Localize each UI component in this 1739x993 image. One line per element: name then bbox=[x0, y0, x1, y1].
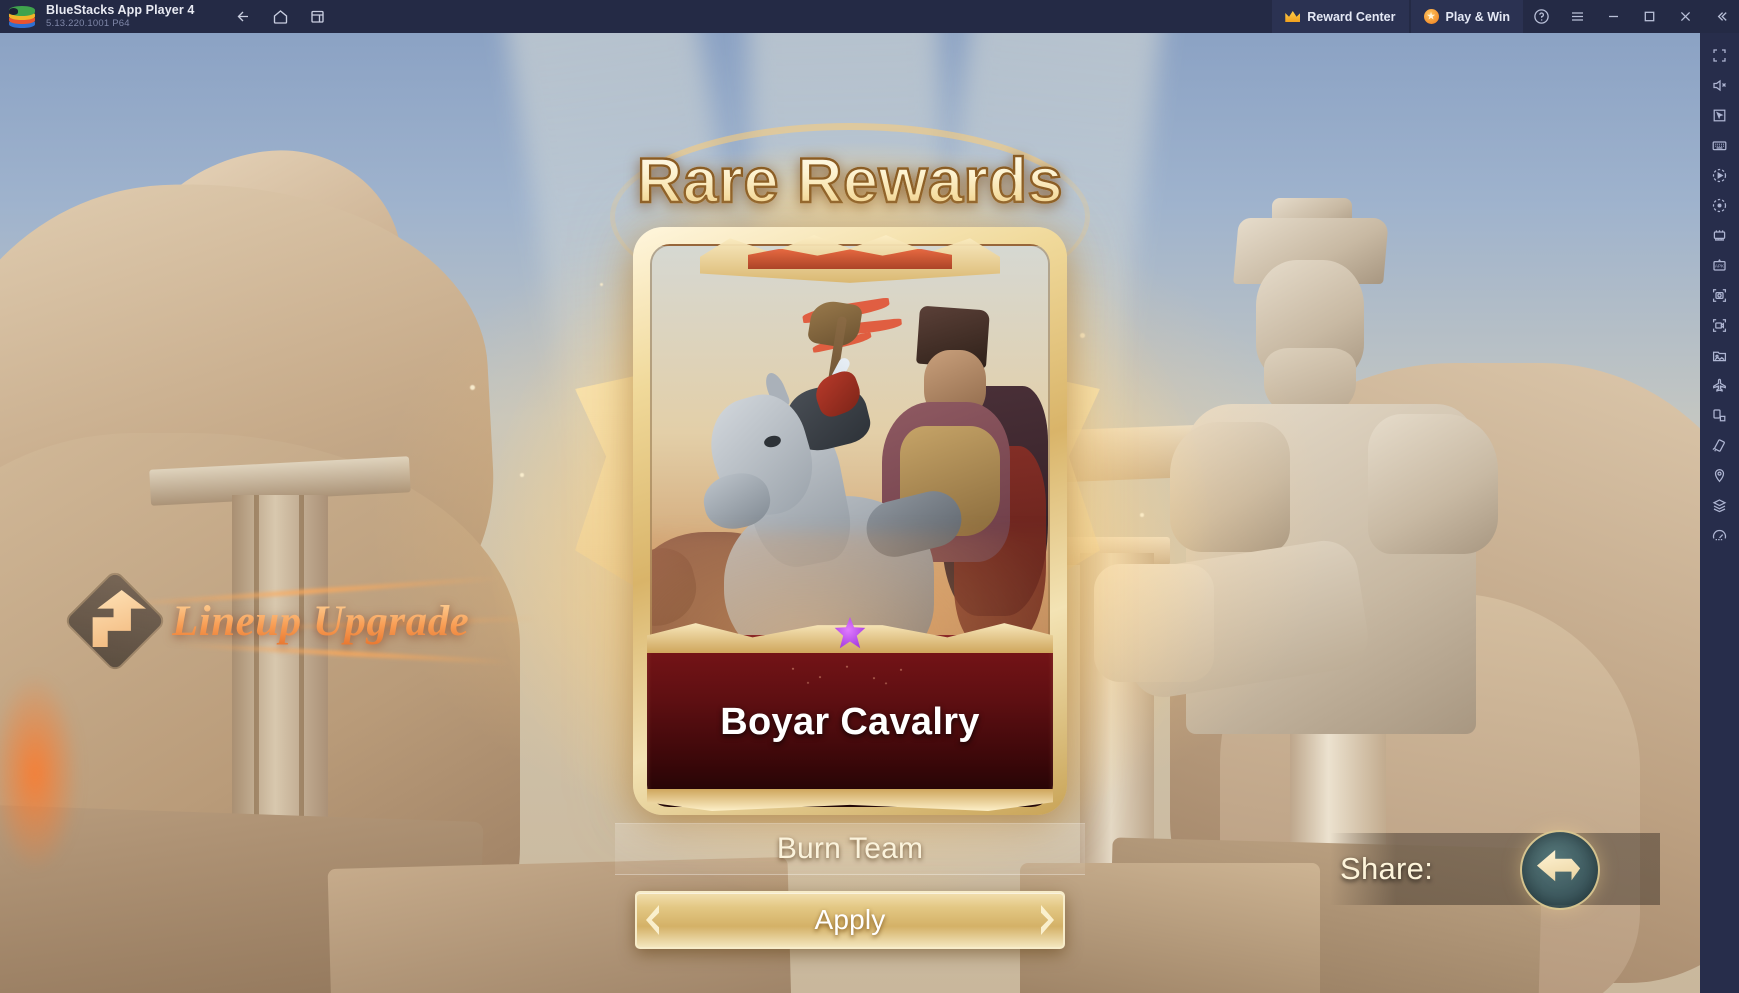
recents-button[interactable] bbox=[301, 2, 333, 32]
card-frame-ornament bbox=[700, 233, 1000, 285]
home-button[interactable] bbox=[264, 2, 296, 32]
share-label: Share: bbox=[1340, 851, 1434, 886]
svg-text:APK: APK bbox=[1715, 264, 1725, 269]
sidebar-item-macro-play[interactable] bbox=[1700, 161, 1739, 190]
back-button[interactable] bbox=[227, 2, 259, 32]
reward-center-button[interactable]: Reward Center bbox=[1272, 0, 1409, 33]
share-bar: Share: bbox=[1330, 833, 1660, 905]
game-viewport: Rare Rewards Boyar Cavalry Burn Team App… bbox=[0, 33, 1700, 993]
sidebar-item-screen-record[interactable] bbox=[1700, 311, 1739, 340]
play-and-win-button[interactable]: Play & Win bbox=[1410, 0, 1523, 33]
lineup-upgrade-label: Lineup Upgrade bbox=[172, 597, 470, 645]
minimize-button[interactable] bbox=[1595, 0, 1631, 33]
titlebar: BlueStacks App Player 4 5.13.220.1001 P6… bbox=[0, 0, 1739, 33]
sidebar-item-media-manager[interactable] bbox=[1700, 341, 1739, 370]
card-name-banner: Boyar Cavalry bbox=[647, 617, 1053, 811]
collapse-button[interactable] bbox=[1703, 0, 1739, 33]
sidebar-item-cursor[interactable] bbox=[1700, 101, 1739, 130]
sidebar-item-keyboard[interactable] bbox=[1700, 131, 1739, 160]
lava-glow bbox=[0, 673, 80, 873]
sidebar-item-mute[interactable] bbox=[1700, 71, 1739, 100]
team-label: Burn Team bbox=[776, 832, 924, 865]
reward-center-label: Reward Center bbox=[1307, 9, 1396, 24]
back-arrow-icon bbox=[1536, 850, 1581, 882]
sidebar-item-location[interactable] bbox=[1700, 461, 1739, 490]
app-title: BlueStacks App Player 4 bbox=[46, 2, 195, 17]
share-back-button[interactable] bbox=[1520, 830, 1600, 910]
light-mote bbox=[470, 385, 475, 390]
help-button[interactable] bbox=[1523, 0, 1559, 33]
sidebar-item-airplane-mode[interactable] bbox=[1700, 371, 1739, 400]
play-and-win-label: Play & Win bbox=[1445, 9, 1510, 24]
sidebar-item-eco-mode[interactable] bbox=[1700, 491, 1739, 520]
titlebar-right: Reward Center Play & Win bbox=[1272, 0, 1739, 33]
close-button[interactable] bbox=[1667, 0, 1703, 33]
team-row: Burn Team bbox=[615, 823, 1085, 875]
apply-button[interactable]: Apply bbox=[635, 891, 1065, 949]
card-name: Boyar Cavalry bbox=[720, 701, 980, 743]
sidebar-item-macro-record[interactable] bbox=[1700, 191, 1739, 220]
title-block: BlueStacks App Player 4 5.13.220.1001 P6… bbox=[46, 2, 195, 30]
sidebar-item-install-apk[interactable]: APK bbox=[1700, 251, 1739, 280]
sidebar-item-shake[interactable] bbox=[1700, 431, 1739, 460]
bluestacks-sidebar: APK bbox=[1700, 33, 1739, 993]
app-version: 5.13.220.1001 P64 bbox=[46, 18, 130, 30]
sidebar-item-screenshot[interactable] bbox=[1700, 281, 1739, 310]
reward-card[interactable]: Boyar Cavalry bbox=[633, 227, 1067, 815]
lineup-upgrade-banner: Lineup Upgrade bbox=[62, 568, 542, 674]
bluestacks-logo-icon bbox=[9, 5, 35, 28]
sidebar-item-fullscreen[interactable] bbox=[1700, 41, 1739, 70]
apply-button-label: Apply bbox=[814, 904, 886, 935]
page-title: Rare Rewards bbox=[636, 145, 1064, 217]
nav-buttons bbox=[227, 2, 333, 32]
upgrade-arrow-badge-icon bbox=[62, 568, 168, 674]
sidebar-item-rotate[interactable] bbox=[1700, 401, 1739, 430]
star-badge-icon bbox=[1423, 9, 1439, 24]
crown-icon bbox=[1285, 11, 1300, 22]
sidebar-item-multi-instance[interactable] bbox=[1700, 221, 1739, 250]
maximize-button[interactable] bbox=[1631, 0, 1667, 33]
sparkle-dots bbox=[775, 661, 925, 687]
menu-button[interactable] bbox=[1559, 0, 1595, 33]
sidebar-item-performance[interactable] bbox=[1700, 521, 1739, 550]
